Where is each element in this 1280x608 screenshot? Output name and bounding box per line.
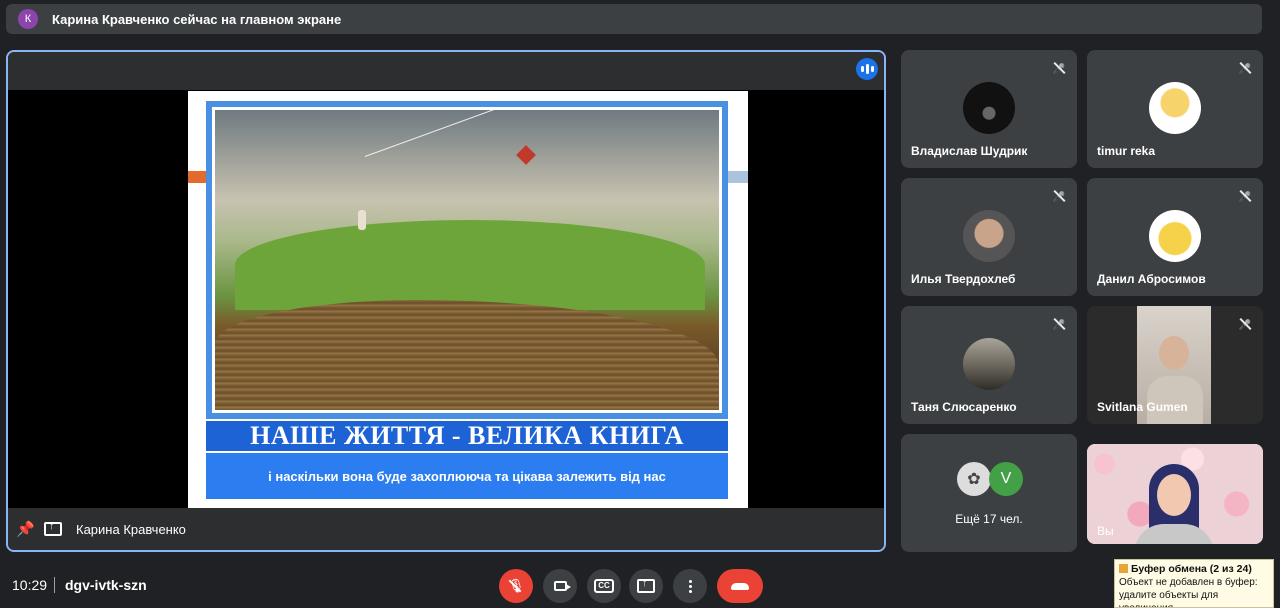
notification-text: Карина Кравченко сейчас на главном экран… [52,11,342,27]
camera-icon [553,581,571,591]
participant-name: Илья Твердохлеб [911,272,1016,286]
participant-tile[interactable]: Таня Слюсаренко [901,306,1077,424]
kite-icon [516,145,536,165]
participant-tile[interactable]: Данил Абросимов [1087,178,1263,296]
avatar [963,82,1015,134]
captions-button[interactable]: CC [587,569,621,603]
present-screen-icon [637,577,655,593]
clipboard-message-1: Объект не добавлен в буфер: [1119,577,1258,588]
leave-call-button[interactable] [717,569,763,603]
avatar: К [18,9,38,29]
presenter-name: Карина Кравченко [76,521,186,537]
pin-icon[interactable]: 📌 [16,520,35,538]
mic-off-icon [1237,60,1253,76]
main-presentation-tile[interactable]: НАШЕ ЖИТТЯ - ВЕЛИКА КНИГА і наскільки во… [6,50,886,552]
avatar [1149,210,1201,262]
avatar [963,338,1015,390]
clipboard-title: Буфер обмена (2 из 24) [1131,563,1252,575]
presenting-notification: К Карина Кравченко сейчас на главном экр… [6,4,1262,34]
participant-tile[interactable]: Владислав Шудрик [901,50,1077,168]
meeting-code: dgv-ivtk-szn [65,577,147,593]
participant-name: Таня Слюсаренко [911,400,1017,414]
slide-accent-left [188,171,206,183]
participant-name: Svitlana Gumen [1097,400,1188,414]
clipboard-toast[interactable]: Буфер обмена (2 из 24) Объект не добавле… [1114,559,1274,608]
slide-image-frame [206,101,728,419]
mic-off-icon [1051,60,1067,76]
self-view-tile[interactable]: Вы [1087,444,1263,544]
self-video [1129,464,1219,544]
participant-name: timur reka [1097,144,1156,158]
participant-tile[interactable]: timur reka [1087,50,1263,168]
mic-off-icon [1051,188,1067,204]
phone-hangup-icon [731,582,749,590]
presentation-bottom-bar: 📌 Карина Кравченко [8,508,884,550]
presentation-top-bar [8,52,884,90]
slide-accent-right [726,171,748,183]
divider [54,577,55,593]
self-label: Вы [1097,524,1114,538]
mic-toggle-button[interactable]: 🎙 [499,569,533,603]
participant-tile[interactable]: Svitlana Gumen [1087,306,1263,424]
clipboard-message-2: удалите объекты для увеличения [1119,590,1219,607]
present-screen-icon [44,520,62,536]
more-participants-label: Ещё 17 чел. [955,512,1023,526]
mic-off-icon [1237,188,1253,204]
camera-toggle-button[interactable] [543,569,577,603]
avatar [963,210,1015,262]
participant-name: Владислав Шудрик [911,144,1028,158]
slide-title: НАШЕ ЖИТТЯ - ВЕЛИКА КНИГА [206,421,728,451]
participant-name: Данил Абросимов [1097,272,1206,286]
slide-subtitle: і наскільки вона буде захоплююча та ціка… [206,453,728,499]
more-vert-icon [688,579,692,593]
mic-off-icon [1051,316,1067,332]
captions-icon: CC [594,579,614,593]
avatar: V [989,462,1023,496]
mic-off-icon [1237,316,1253,332]
control-bar: 10:29 dgv-ivtk-szn 🎙 CC [0,560,1280,608]
mic-off-icon: 🎙 [508,578,525,594]
more-options-button[interactable] [673,569,707,603]
slide: НАШЕ ЖИТТЯ - ВЕЛИКА КНИГА і наскільки во… [188,91,748,509]
clipboard-icon [1119,564,1128,573]
speaking-indicator-icon [856,58,878,80]
book-landscape-image [215,110,719,410]
meeting-time: 10:29 [12,577,48,593]
shared-screen: НАШЕ ЖИТТЯ - ВЕЛИКА КНИГА і наскільки во… [8,90,884,510]
participant-tile[interactable]: Илья Твердохлеб [901,178,1077,296]
more-participants-tile[interactable]: ✿ V Ещё 17 чел. [901,434,1077,552]
present-now-button[interactable] [629,569,663,603]
avatar [1149,82,1201,134]
avatar: ✿ [957,462,991,496]
